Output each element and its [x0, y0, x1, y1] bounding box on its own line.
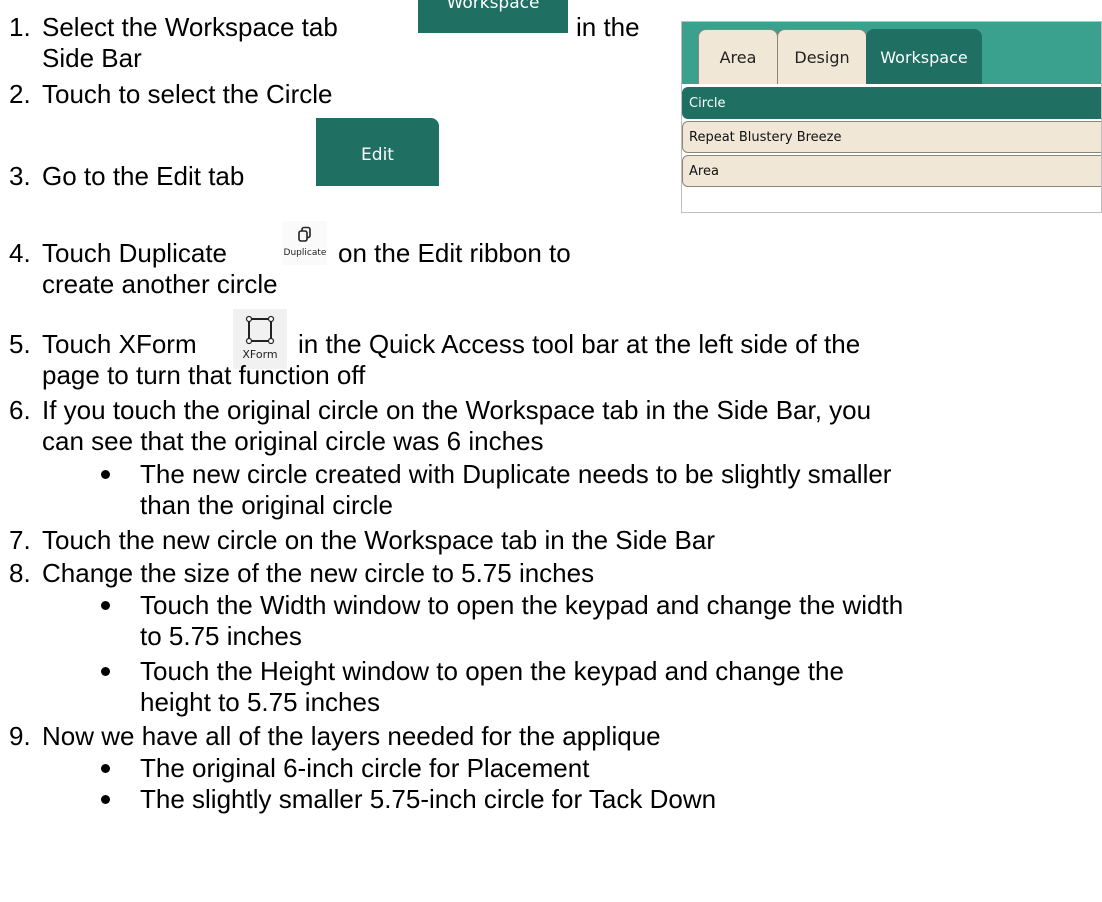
tab-design[interactable]: Design [777, 29, 867, 84]
bullet [101, 764, 110, 773]
step-6-text-line2: can see that the original circle was 6 i… [42, 426, 544, 456]
step-8-bullet-1-line2: to 5.75 inches [140, 621, 302, 651]
step-7-text: Touch the new circle on the Workspace ta… [42, 525, 716, 555]
step-8-bullet-2-line2: height to 5.75 inches [140, 687, 380, 717]
step-6-number: 6. [9, 395, 31, 425]
tab-workspace[interactable]: Workspace [866, 29, 982, 84]
step-9-number: 9. [9, 721, 31, 751]
side-bar-tab-bar: Area Design Workspace [682, 22, 1101, 84]
step-6-bullet-1-line2: than the original circle [140, 490, 393, 520]
step-9-bullet-2: The slightly smaller 5.75-inch circle fo… [140, 784, 717, 814]
step-4-text-line2: create another circle [42, 269, 278, 299]
step-5-text-line2: page to turn that function off [42, 360, 366, 390]
step-9-bullet-1: The original 6-inch circle for Placement [140, 753, 590, 783]
step-1-text-line2: Side Bar [42, 43, 142, 73]
edit-tab-icon-label: Edit [361, 145, 394, 165]
xform-glyph-icon [245, 315, 275, 345]
step-5-number: 5. [9, 329, 31, 359]
workspace-item-area[interactable]: Area [682, 155, 1101, 187]
duplicate-icon-label: Duplicate [283, 248, 327, 258]
step-4-text: Touch Duplicate [42, 238, 227, 268]
step-5-text-after: in the Quick Access tool bar at the left… [298, 329, 861, 359]
bullet [101, 470, 110, 479]
step-9-text: Now we have all of the layers needed for… [42, 721, 661, 751]
workspace-item-circle[interactable]: Circle [682, 87, 1101, 119]
workspace-item-repeat-blustery-breeze[interactable]: Repeat Blustery Breeze [682, 121, 1101, 153]
step-4-number: 4. [9, 238, 31, 268]
step-6-bullet-1: The new circle created with Duplicate ne… [140, 459, 892, 489]
edit-tab-icon: Edit [316, 118, 439, 186]
step-6-text: If you touch the original circle on the … [42, 395, 872, 425]
step-8-text: Change the size of the new circle to 5.7… [42, 558, 595, 588]
step-5-text: Touch XForm [42, 329, 197, 359]
step-3-number: 3. [9, 161, 31, 191]
step-8-bullet-2: Touch the Height window to open the keyp… [140, 656, 844, 686]
step-1-text-after: in the [576, 12, 640, 42]
step-8-number: 8. [9, 558, 31, 588]
bullet [101, 667, 110, 676]
step-8-bullet-1: Touch the Width window to open the keypa… [140, 590, 904, 620]
duplicate-icon: Duplicate [283, 221, 327, 265]
step-1-number: 1. [9, 12, 31, 42]
step-4-text-after: on the Edit ribbon to [338, 238, 571, 268]
bullet [101, 601, 110, 610]
workspace-tab-icon: Workspace [418, 0, 568, 33]
step-1-text: Select the Workspace tab [42, 12, 338, 42]
side-bar-panel: Area Design Workspace Circle Repeat Blus… [681, 21, 1102, 213]
tab-area[interactable]: Area [698, 29, 778, 84]
step-2-number: 2. [9, 79, 31, 109]
workspace-tab-icon-label: Workspace [446, 0, 540, 13]
bullet [101, 795, 110, 804]
step-2-text: Touch to select the Circle [42, 79, 333, 109]
step-7-number: 7. [9, 525, 31, 555]
duplicate-glyph-icon [298, 226, 311, 242]
step-3-text: Go to the Edit tab [42, 161, 245, 191]
